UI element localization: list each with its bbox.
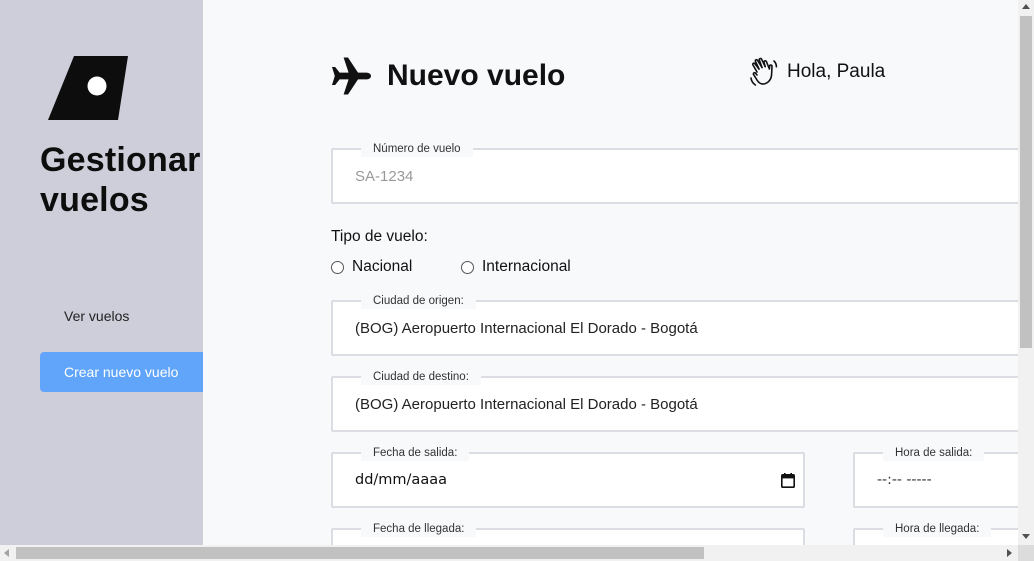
brand-title: Gestionar vuelos — [40, 141, 201, 219]
user-greeting: Hola, Paula — [749, 56, 885, 88]
page-title: Nuevo vuelo — [387, 59, 566, 92]
arrival-date-label: Fecha de llegada: — [361, 521, 477, 537]
app-viewport: Gestionar vuelos Ver vuelos Crear nuevo … — [0, 0, 1018, 545]
departure-date-field[interactable]: Fecha de salida: dd/mm/aaaa — [331, 445, 805, 508]
horizontal-scroll-thumb[interactable] — [16, 547, 704, 559]
waving-hand-icon — [750, 57, 778, 86]
scroll-left-arrow-icon[interactable] — [4, 549, 9, 557]
scroll-up-arrow-icon[interactable] — [1022, 4, 1030, 9]
departure-time-field[interactable]: Hora de salida: --:-- ----- — [853, 445, 1018, 508]
scrollbar-corner — [1018, 545, 1034, 561]
radio-internacional-label: Internacional — [482, 258, 571, 275]
vertical-scrollbar[interactable] — [1018, 0, 1034, 545]
flight-number-input[interactable]: SA-1234 — [355, 150, 413, 202]
departure-date-input[interactable]: dd/mm/aaaa — [355, 454, 447, 506]
flight-number-field[interactable]: Número de vuelo SA-1234 — [331, 141, 1018, 204]
page-header: Nuevo vuelo — [331, 56, 565, 96]
vertical-scroll-thumb[interactable] — [1020, 16, 1032, 348]
radio-internacional[interactable]: Internacional — [461, 258, 571, 276]
horizontal-scrollbar[interactable] — [0, 545, 1018, 561]
calendar-icon[interactable] — [781, 473, 795, 488]
sidebar: Gestionar vuelos Ver vuelos Crear nuevo … — [0, 0, 280, 545]
radio-internacional-circle[interactable] — [461, 260, 474, 274]
origin-city-value: (BOG) Aeropuerto Internacional El Dorado… — [355, 319, 698, 337]
arrival-date-field[interactable]: Fecha de llegada: — [331, 521, 805, 545]
arrival-time-field[interactable]: Hora de llegada: — [853, 521, 1018, 545]
origin-city-select[interactable]: Ciudad de origen: (BOG) Aeropuerto Inter… — [331, 293, 1018, 356]
radio-nacional-circle[interactable] — [331, 260, 344, 274]
tail-fin-logo-icon — [48, 56, 128, 120]
scroll-down-arrow-icon[interactable] — [1022, 534, 1030, 539]
airplane-icon — [332, 57, 371, 95]
destination-city-select[interactable]: Ciudad de destino: (BOG) Aeropuerto Inte… — [331, 369, 1018, 432]
greeting-text: Hola, Paula — [787, 61, 886, 82]
departure-time-input[interactable]: --:-- ----- — [877, 454, 932, 506]
radio-nacional[interactable]: Nacional — [331, 258, 412, 276]
radio-nacional-label: Nacional — [352, 258, 413, 275]
arrival-time-label: Hora de llegada: — [883, 521, 992, 537]
main-content: Nuevo vuelo Hola, Paula Número de vuelo … — [203, 0, 1018, 545]
scroll-right-arrow-icon[interactable] — [1007, 549, 1012, 557]
destination-city-value: (BOG) Aeropuerto Internacional El Dorado… — [355, 395, 698, 413]
flight-type-label: Tipo de vuelo: — [331, 228, 428, 245]
